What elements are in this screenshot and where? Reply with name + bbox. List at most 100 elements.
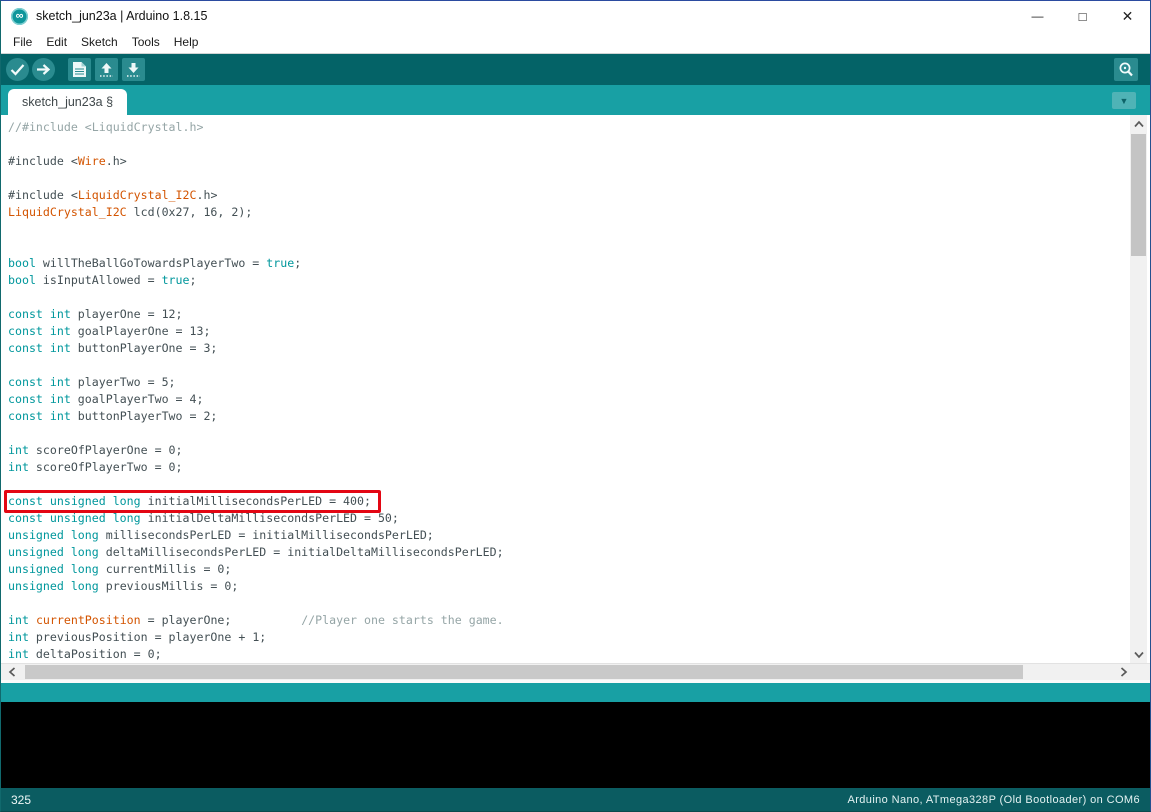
menu-tools[interactable]: Tools <box>125 31 167 53</box>
code-line[interactable]: const int buttonPlayerTwo = 2; <box>8 408 1150 425</box>
code-line[interactable]: int previousPosition = playerOne + 1; <box>8 629 1150 646</box>
code-line[interactable] <box>8 221 1150 238</box>
serial-monitor-button[interactable] <box>1114 58 1138 81</box>
code-token: unsigned long <box>8 562 99 576</box>
console-output <box>1 702 1150 788</box>
verify-button[interactable] <box>6 58 29 81</box>
minimize-button[interactable]: — <box>1015 1 1060 31</box>
code-token: currentMillis = 0; <box>99 562 232 576</box>
code-line[interactable]: LiquidCrystal_I2C lcd(0x27, 16, 2); <box>8 204 1150 221</box>
down-arrow-icon <box>125 61 142 78</box>
code-token: lcd(0x27, 16, 2); <box>127 205 253 219</box>
code-token: unsigned long <box>8 528 99 542</box>
horizontal-scroll-thumb[interactable] <box>25 665 1023 679</box>
code-line[interactable] <box>8 476 1150 493</box>
code-token: int <box>8 647 29 661</box>
code-line[interactable]: const int buttonPlayerOne = 3; <box>8 340 1150 357</box>
code-line[interactable]: unsigned long currentMillis = 0; <box>8 561 1150 578</box>
scroll-left-button[interactable] <box>3 664 20 680</box>
code-line[interactable]: const int goalPlayerOne = 13; <box>8 323 1150 340</box>
tab-list-dropdown-button[interactable]: ▼ <box>1112 92 1136 109</box>
code-token: #include < <box>8 188 78 202</box>
menu-sketch[interactable]: Sketch <box>74 31 125 53</box>
cursor-line-number: 325 <box>11 793 31 807</box>
code-line[interactable]: unsigned long previousMillis = 0; <box>8 578 1150 595</box>
chevron-left-icon <box>8 666 16 678</box>
menu-help[interactable]: Help <box>167 31 206 53</box>
code-token: playerTwo = 5; <box>71 375 176 389</box>
code-line[interactable] <box>8 357 1150 374</box>
code-line[interactable]: bool willTheBallGoTowardsPlayerTwo = tru… <box>8 255 1150 272</box>
code-line[interactable]: #include <LiquidCrystal_I2C.h> <box>8 187 1150 204</box>
code-token: previousPosition = playerOne + 1; <box>29 630 266 644</box>
code-token: previousMillis = 0; <box>99 579 239 593</box>
code-token: ; <box>189 273 196 287</box>
code-area[interactable]: //#include <LiquidCrystal.h> #include <Wi… <box>1 115 1150 663</box>
code-token: unsigned long <box>8 545 99 559</box>
code-token: .h> <box>196 188 217 202</box>
scroll-up-button[interactable] <box>1130 115 1147 132</box>
arduino-ide-window: ∞ sketch_jun23a | Arduino 1.8.15 — □ ✕ F… <box>0 0 1151 812</box>
code-token: int <box>8 613 29 627</box>
minimize-icon: — <box>1032 9 1044 23</box>
code-line[interactable]: int scoreOfPlayerTwo = 0; <box>8 459 1150 476</box>
code-token: //#include <LiquidCrystal.h> <box>8 120 203 134</box>
save-sketch-button[interactable] <box>122 58 145 81</box>
code-token: deltaMillisecondsPerLED = initialDeltaMi… <box>99 545 504 559</box>
code-line[interactable]: const int goalPlayerTwo = 4; <box>8 391 1150 408</box>
code-line[interactable]: const unsigned long initialDeltaMillisec… <box>8 510 1150 527</box>
close-button[interactable]: ✕ <box>1105 1 1150 31</box>
code-token: LiquidCrystal_I2C <box>78 188 197 202</box>
tab-bar: sketch_jun23a § ▼ <box>1 85 1150 115</box>
board-port-info: Arduino Nano, ATmega328P (Old Bootloader… <box>847 794 1140 806</box>
code-token: deltaPosition = 0; <box>29 647 162 661</box>
code-line[interactable]: bool isInputAllowed = true; <box>8 272 1150 289</box>
code-line[interactable] <box>8 136 1150 153</box>
code-line[interactable]: const int playerTwo = 5; <box>8 374 1150 391</box>
code-token: buttonPlayerTwo = 2; <box>71 409 218 423</box>
code-line[interactable]: //#include <LiquidCrystal.h> <box>8 119 1150 136</box>
close-icon: ✕ <box>1122 8 1134 25</box>
code-line[interactable] <box>8 170 1150 187</box>
code-line[interactable]: const unsigned long initialMillisecondsP… <box>8 493 1150 510</box>
upload-button[interactable] <box>32 58 55 81</box>
code-line[interactable] <box>8 238 1150 255</box>
scroll-right-button[interactable] <box>1115 664 1132 680</box>
vertical-scroll-thumb[interactable] <box>1131 134 1146 256</box>
code-token: initialMillisecondsPerLED = 400; <box>141 494 371 508</box>
new-sketch-button[interactable] <box>68 58 91 81</box>
code-token: LiquidCrystal_I2C <box>8 205 127 219</box>
code-token: willTheBallGoTowardsPlayerTwo = <box>36 256 266 270</box>
window-controls: — □ ✕ <box>1015 1 1150 31</box>
code-token: bool <box>8 256 36 270</box>
code-line[interactable]: int currentPosition = playerOne; //Playe… <box>8 612 1150 629</box>
code-line[interactable]: int scoreOfPlayerOne = 0; <box>8 442 1150 459</box>
code-line[interactable] <box>8 425 1150 442</box>
maximize-button[interactable]: □ <box>1060 1 1105 31</box>
infinity-glyph: ∞ <box>16 10 24 22</box>
checkmark-icon <box>6 58 29 81</box>
code-line[interactable]: const int playerOne = 12; <box>8 306 1150 323</box>
scroll-down-button[interactable] <box>1130 646 1147 663</box>
code-token: int <box>8 630 29 644</box>
editor-region: //#include <LiquidCrystal.h> #include <Wi… <box>1 115 1150 663</box>
code-line[interactable] <box>8 289 1150 306</box>
menu-edit[interactable]: Edit <box>39 31 74 53</box>
open-sketch-button[interactable] <box>95 58 118 81</box>
toolbar <box>1 54 1150 85</box>
horizontal-scrollbar[interactable] <box>1 663 1150 680</box>
tab-sketch[interactable]: sketch_jun23a § <box>8 89 127 115</box>
code-token: = playerOne; <box>141 613 302 627</box>
code-token <box>29 613 36 627</box>
code-line[interactable] <box>8 595 1150 612</box>
maximize-icon: □ <box>1079 9 1087 24</box>
code-line[interactable]: unsigned long millisecondsPerLED = initi… <box>8 527 1150 544</box>
menu-file[interactable]: File <box>6 31 39 53</box>
vertical-scrollbar[interactable] <box>1130 115 1147 663</box>
code-line[interactable]: unsigned long deltaMillisecondsPerLED = … <box>8 544 1150 561</box>
code-token: goalPlayerTwo = 4; <box>71 392 204 406</box>
code-line[interactable]: int deltaPosition = 0; <box>8 646 1150 663</box>
document-icon <box>72 61 87 78</box>
code-token: const unsigned long <box>8 511 141 525</box>
code-line[interactable]: #include <Wire.h> <box>8 153 1150 170</box>
